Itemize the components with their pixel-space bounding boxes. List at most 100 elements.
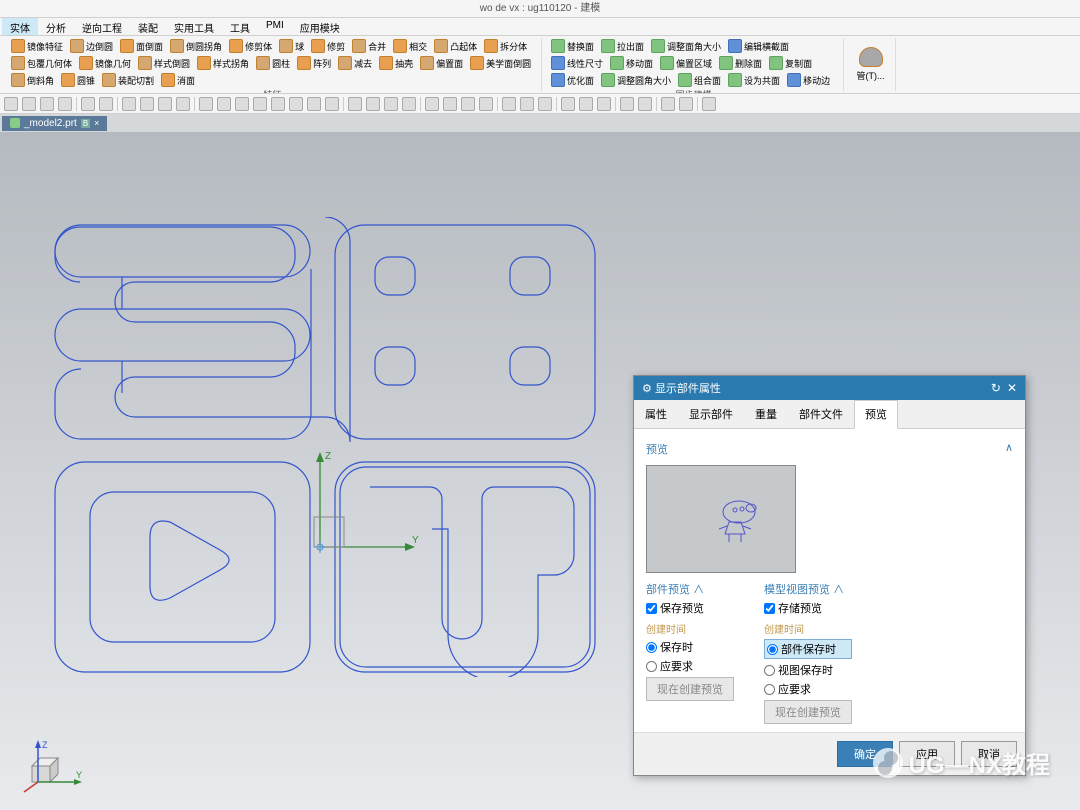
ribbon-btn[interactable]: 移动边 (784, 72, 833, 88)
ribbon-btn[interactable]: 包覆几何体 (8, 55, 75, 71)
ribbon-btn[interactable]: 圆锥 (58, 72, 98, 88)
close-icon[interactable]: ✕ (1007, 381, 1017, 395)
tool-icon[interactable] (40, 97, 54, 111)
tab-partfile[interactable]: 部件文件 (788, 400, 854, 428)
tab-display[interactable]: 显示部件 (678, 400, 744, 428)
tool-icon[interactable] (140, 97, 154, 111)
ribbon-btn[interactable]: 相交 (390, 38, 430, 54)
ribbon-btn[interactable]: 面倒面 (117, 38, 166, 54)
radio-on-save[interactable]: 保存时 (646, 639, 734, 655)
tool-icon[interactable] (561, 97, 575, 111)
tool-icon[interactable] (199, 97, 213, 111)
tool-icon[interactable] (99, 97, 113, 111)
tool-icon[interactable] (579, 97, 593, 111)
tool-icon[interactable] (702, 97, 716, 111)
ribbon-btn[interactable]: 拉出面 (598, 38, 647, 54)
ribbon-btn[interactable]: 删除面 (716, 55, 765, 71)
file-tab[interactable]: _model2.prt B × (2, 116, 107, 131)
menu-item-analysis[interactable]: 分析 (38, 18, 74, 35)
radio-on-demand[interactable]: 应要求 (646, 658, 734, 674)
radio-view-save[interactable]: 视图保存时 (764, 662, 852, 678)
ribbon-btn[interactable]: 移动面 (607, 55, 656, 71)
menu-item-tools[interactable]: 工具 (222, 18, 258, 35)
tab-preview[interactable]: 预览 (854, 400, 898, 429)
ribbon-btn[interactable]: 偏置面 (417, 55, 466, 71)
tool-icon[interactable] (679, 97, 693, 111)
ribbon-btn[interactable]: 消面 (158, 72, 198, 88)
ribbon-btn[interactable]: 样式拐角 (194, 55, 252, 71)
checkbox-save-preview[interactable]: 保存预览 (646, 600, 734, 616)
tool-icon[interactable] (443, 97, 457, 111)
ribbon-btn[interactable]: 样式倒圆 (135, 55, 193, 71)
ribbon-btn[interactable]: 线性尺寸 (548, 55, 606, 71)
tool-icon[interactable] (479, 97, 493, 111)
ribbon-btn[interactable]: 设为共面 (725, 72, 783, 88)
ribbon-btn[interactable]: 修剪 (308, 38, 348, 54)
ribbon-btn[interactable]: 美学面倒圆 (467, 55, 534, 71)
ribbon-btn[interactable]: 圆柱 (253, 55, 293, 71)
ribbon-btn[interactable]: 装配切割 (99, 72, 157, 88)
tool-icon[interactable] (253, 97, 267, 111)
section-header-preview[interactable]: 预览∧ (646, 437, 1013, 461)
ribbon-btn[interactable]: 镜像几何 (76, 55, 134, 71)
tool-icon[interactable] (235, 97, 249, 111)
close-tab-icon[interactable]: × (94, 118, 99, 128)
tool-icon[interactable] (176, 97, 190, 111)
ribbon-btn[interactable]: 球 (276, 38, 307, 54)
tool-icon[interactable] (217, 97, 231, 111)
ribbon-btn[interactable]: 凸起体 (431, 38, 480, 54)
tool-icon[interactable] (366, 97, 380, 111)
ribbon-btn[interactable]: 阵列 (294, 55, 334, 71)
ribbon-btn[interactable]: 偏置区域 (657, 55, 715, 71)
ribbon-btn[interactable]: 抽壳 (376, 55, 416, 71)
dialog-titlebar[interactable]: ⚙ 显示部件属性 ↻ ✕ (634, 376, 1025, 400)
tool-icon[interactable] (461, 97, 475, 111)
tool-icon[interactable] (502, 97, 516, 111)
menu-item-app[interactable]: 应用模块 (292, 18, 348, 35)
tool-icon[interactable] (122, 97, 136, 111)
tool-icon[interactable] (271, 97, 285, 111)
tool-icon[interactable] (348, 97, 362, 111)
viewport[interactable]: Z Y Z Y ⚙ 显示部件属性 ↻ ✕ 属性 显示部件 重量 部件文件 预览 … (0, 132, 1080, 810)
tool-icon[interactable] (597, 97, 611, 111)
tool-icon[interactable] (289, 97, 303, 111)
ribbon-btn[interactable]: 编辑横截面 (725, 38, 792, 54)
checkbox-store-preview[interactable]: 存储预览 (764, 600, 852, 616)
radio-part-save[interactable]: 部件保存时 (764, 639, 852, 659)
refresh-icon[interactable]: ↻ (991, 381, 1001, 395)
menu-item-utils[interactable]: 实用工具 (166, 18, 222, 35)
tool-icon[interactable] (384, 97, 398, 111)
tool-icon[interactable] (425, 97, 439, 111)
tab-attributes[interactable]: 属性 (634, 400, 678, 428)
ribbon-btn[interactable]: 调整面角大小 (648, 38, 724, 54)
tool-icon[interactable] (158, 97, 172, 111)
ribbon-btn[interactable]: 边倒圆 (67, 38, 116, 54)
menu-item-pmi[interactable]: PMI (258, 18, 292, 35)
menu-item-reverse[interactable]: 逆向工程 (74, 18, 130, 35)
tool-icon[interactable] (325, 97, 339, 111)
ribbon-btn[interactable]: 替换面 (548, 38, 597, 54)
menu-item-assembly[interactable]: 装配 (130, 18, 166, 35)
tool-icon[interactable] (58, 97, 72, 111)
ribbon-btn-tube[interactable]: 管(T)... (854, 46, 888, 83)
tool-icon[interactable] (538, 97, 552, 111)
menu-item-solid[interactable]: 实体 (2, 18, 38, 35)
tool-icon[interactable] (4, 97, 18, 111)
ribbon-btn[interactable]: 减去 (335, 55, 375, 71)
section-header-view-preview[interactable]: 模型视图预览 ∧ (764, 581, 852, 597)
ribbon-btn[interactable]: 拆分体 (481, 38, 530, 54)
ribbon-btn[interactable]: 镜像特征 (8, 38, 66, 54)
tool-icon[interactable] (520, 97, 534, 111)
ribbon-btn[interactable]: 复制面 (766, 55, 815, 71)
ribbon-btn[interactable]: 倒圆拐角 (167, 38, 225, 54)
tool-icon[interactable] (402, 97, 416, 111)
tool-icon[interactable] (22, 97, 36, 111)
tool-icon[interactable] (81, 97, 95, 111)
ribbon-btn[interactable]: 优化面 (548, 72, 597, 88)
radio-on-demand2[interactable]: 应要求 (764, 681, 852, 697)
ribbon-btn[interactable]: 组合面 (675, 72, 724, 88)
tool-icon[interactable] (661, 97, 675, 111)
ribbon-btn[interactable]: 修剪体 (226, 38, 275, 54)
tool-icon[interactable] (638, 97, 652, 111)
tool-icon[interactable] (620, 97, 634, 111)
